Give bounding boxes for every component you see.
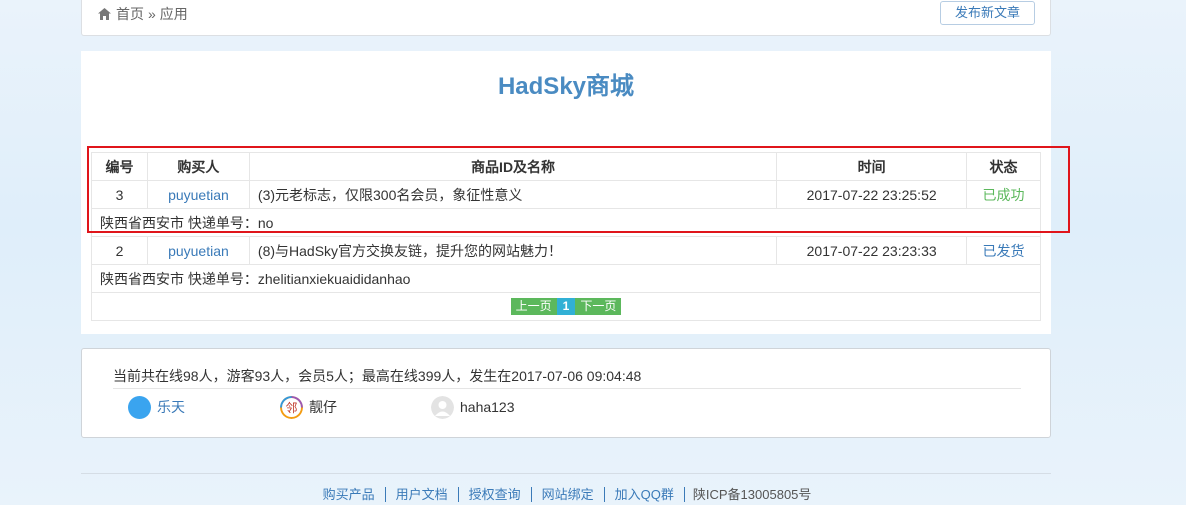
pagination: 上一页 1 下一页 bbox=[510, 298, 622, 316]
header-time: 时间 bbox=[776, 152, 968, 181]
breadcrumb-current: 应用 bbox=[159, 6, 188, 22]
divider bbox=[113, 388, 1021, 389]
footer-link-buy[interactable]: 购买产品 bbox=[312, 487, 386, 502]
footer-link-license[interactable]: 授权查询 bbox=[458, 487, 532, 502]
online-user-item[interactable]: haha123 bbox=[431, 395, 515, 419]
buyer-link[interactable]: puyuetian bbox=[168, 187, 229, 203]
order-id: 3 bbox=[91, 180, 148, 209]
order-time: 2017-07-22 23:25:52 bbox=[776, 180, 968, 209]
default-gray-avatar-icon bbox=[431, 395, 454, 419]
prev-page-button[interactable]: 上一页 bbox=[510, 298, 557, 316]
blue-circle-avatar-icon bbox=[128, 395, 151, 419]
table-row-address: 陕西省西安市 快递单号：no bbox=[91, 208, 1041, 237]
table-row: 3 puyuetian (3)元老标志，仅限300名会员，象征性意义 2017-… bbox=[91, 180, 1041, 209]
online-user-name: haha123 bbox=[460, 399, 515, 415]
header-id: 编号 bbox=[91, 152, 148, 181]
status-badge: 已发货 bbox=[966, 236, 1041, 265]
footer-link-bind[interactable]: 网站绑定 bbox=[531, 487, 605, 502]
breadcrumb: 首页 » 应用 bbox=[98, 4, 188, 24]
colorful-badge-avatar-icon: 邻 bbox=[280, 395, 303, 419]
icp-text: 陕ICP备13005805号 bbox=[692, 487, 812, 502]
publish-article-button[interactable]: 发布新文章 bbox=[939, 1, 1035, 25]
status-badge: 已成功 bbox=[966, 180, 1041, 209]
footer-link-docs[interactable]: 用户文档 bbox=[385, 487, 459, 502]
order-time: 2017-07-22 23:23:33 bbox=[776, 236, 968, 265]
header-buyer: 购买人 bbox=[146, 152, 250, 181]
header-goods: 商品ID及名称 bbox=[248, 152, 778, 181]
table-header-row: 编号 购买人 商品ID及名称 时间 状态 bbox=[91, 152, 1041, 181]
order-goods: (8)与HadSky官方交换友链，提升您的网站魅力！ bbox=[248, 236, 778, 265]
pager-row: 上一页 1 下一页 bbox=[91, 292, 1041, 321]
footer-divider bbox=[81, 473, 1051, 474]
breadcrumb-home-link[interactable]: 首页 bbox=[116, 4, 144, 24]
table-row-address: 陕西省西安市 快递单号：zhelitianxiekuaididanhao bbox=[91, 264, 1041, 293]
pager-cell: 上一页 1 下一页 bbox=[91, 292, 1041, 321]
orders-table: 编号 购买人 商品ID及名称 时间 状态 3 puyuetian (3)元老标志… bbox=[91, 152, 1041, 321]
online-user-name: 乐天 bbox=[157, 399, 185, 415]
online-user-item[interactable]: 乐天 bbox=[128, 395, 185, 419]
online-user-item[interactable]: 邻 靓仔 bbox=[280, 395, 337, 419]
order-address: 陕西省西安市 快递单号：no bbox=[91, 208, 1041, 237]
online-summary: 当前共在线98人，游客93人，会员5人；最高在线399人，发生在2017-07-… bbox=[113, 368, 642, 384]
current-page-button[interactable]: 1 bbox=[556, 298, 576, 316]
svg-text:邻: 邻 bbox=[285, 401, 297, 415]
breadcrumb-bar: 首页 » 应用 发布新文章 bbox=[81, 0, 1051, 36]
order-buyer: puyuetian bbox=[146, 236, 250, 265]
table-row: 2 puyuetian (8)与HadSky官方交换友链，提升您的网站魅力！ 2… bbox=[91, 236, 1041, 265]
footer-link-qq[interactable]: 加入QQ群 bbox=[604, 487, 685, 502]
order-address: 陕西省西安市 快递单号：zhelitianxiekuaididanhao bbox=[91, 264, 1041, 293]
shop-panel: HadSky商城 编号 购买人 商品ID及名称 时间 状态 3 puyuetia… bbox=[81, 51, 1051, 334]
order-goods: (3)元老标志，仅限300名会员，象征性意义 bbox=[248, 180, 778, 209]
breadcrumb-separator: » bbox=[148, 6, 156, 22]
page-title: HadSky商城 bbox=[497, 73, 635, 100]
home-icon bbox=[98, 8, 111, 20]
order-id: 2 bbox=[91, 236, 148, 265]
footer: 购买产品 用户文档 授权查询 网站绑定 加入QQ群 陕ICP备13005805号 bbox=[81, 484, 1051, 503]
header-status: 状态 bbox=[966, 152, 1041, 181]
online-stats-panel: 当前共在线98人，游客93人，会员5人；最高在线399人，发生在2017-07-… bbox=[81, 348, 1051, 438]
buyer-link[interactable]: puyuetian bbox=[168, 243, 229, 259]
next-page-button[interactable]: 下一页 bbox=[575, 298, 622, 316]
order-buyer: puyuetian bbox=[146, 180, 250, 209]
online-user-name: 靓仔 bbox=[309, 399, 337, 415]
